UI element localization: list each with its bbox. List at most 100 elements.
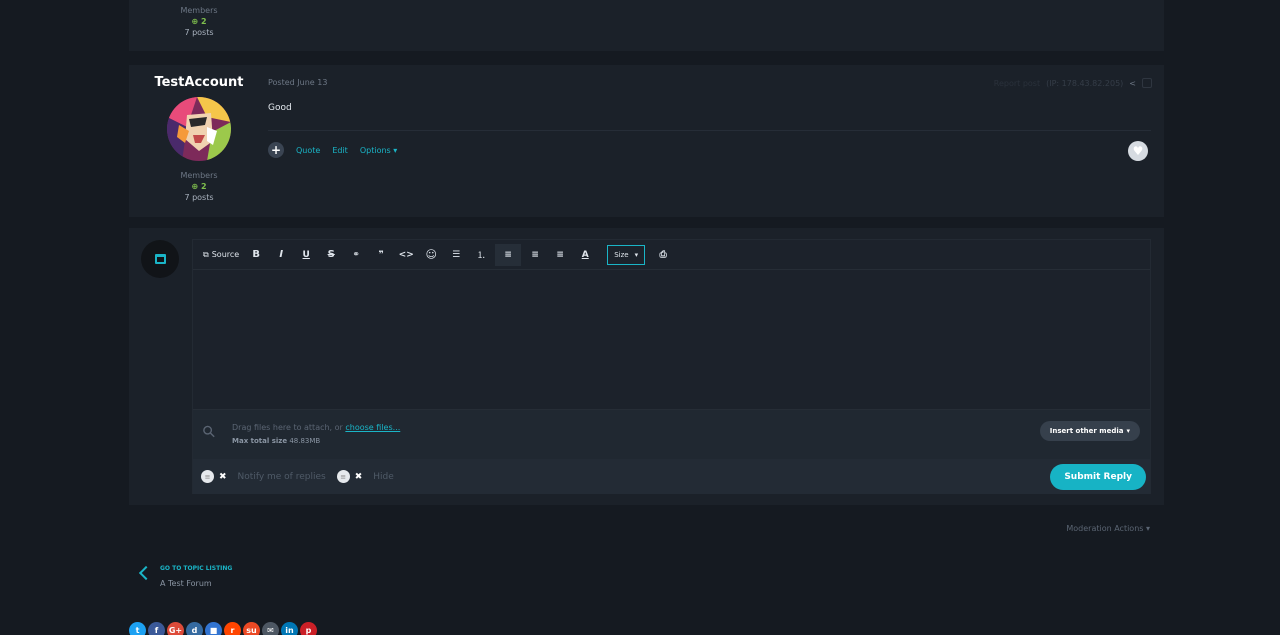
attach-text: Drag files here to attach, or (232, 423, 343, 432)
multiquote-checkbox[interactable] (1142, 78, 1152, 88)
delicious-share-icon[interactable]: ■ (205, 622, 222, 635)
caret-down-icon: ▾ (393, 145, 398, 155)
max-size-label: Max total size (232, 437, 288, 445)
previous-post-card: Members ⊕ 2 7 posts (129, 0, 1164, 51)
linkedin-share-icon[interactable]: in (281, 622, 298, 635)
close-icon: ✖ (354, 471, 363, 482)
source-label: Source (211, 250, 240, 259)
code-icon[interactable]: <> (395, 244, 417, 266)
hide-toggle[interactable]: ≡ ✖ (336, 470, 363, 483)
like-heart-icon[interactable]: ♥ (1128, 141, 1148, 161)
toggle-knob-icon: ≡ (201, 470, 214, 483)
italic-icon[interactable]: I (270, 244, 292, 266)
caret-down-icon: ▾ (1126, 427, 1130, 435)
post-card: TestAccount Members ⊕ 2 7 posts Posted J… (129, 65, 1164, 217)
source-icon: ⧉ (203, 249, 209, 259)
choose-files-link[interactable]: choose files... (345, 423, 400, 432)
submit-reply-button[interactable]: Submit Reply (1050, 464, 1146, 490)
insert-media-button[interactable]: Insert other media ▾ (1039, 421, 1140, 441)
post-actions: + Quote Edit Options ▾ (268, 142, 397, 158)
content-divider (268, 130, 1151, 131)
moderation-actions-button[interactable]: Moderation Actions ▾ (1066, 524, 1150, 533)
author-group: Members (180, 171, 218, 180)
author-name[interactable]: TestAccount (129, 75, 269, 90)
moderation-label: Moderation Actions (1066, 524, 1144, 533)
post-count: 7 posts (184, 193, 214, 202)
hide-label: Hide (373, 471, 394, 482)
window-icon (154, 254, 166, 264)
prev-author-info: Members ⊕ 2 7 posts (129, 6, 269, 37)
numbered-list-icon[interactable]: ⒈ (470, 244, 492, 266)
chevron-left-icon (138, 565, 154, 581)
emoji-icon[interactable]: ☺ (420, 244, 442, 266)
prev-post-count: 7 posts (184, 28, 214, 37)
max-size-value: 48.83MB (289, 437, 321, 445)
notify-label: Notify me of replies (237, 471, 326, 482)
user-avatar-placeholder (141, 240, 179, 278)
prev-author-group: Members (180, 6, 218, 15)
forum-name: A Test Forum (160, 579, 212, 588)
reply-options-bar: ≡ ✖ Notify me of replies ≡ ✖ Hide Submit… (193, 459, 1150, 494)
preview-icon[interactable]: ⎙ (652, 244, 674, 266)
notify-toggle[interactable]: ≡ ✖ (201, 470, 227, 483)
facebook-share-icon[interactable]: f (148, 622, 165, 635)
caret-down-icon: ▾ (634, 250, 639, 259)
twitter-share-icon[interactable]: t (129, 622, 146, 635)
email-share-icon[interactable]: ✉ (262, 622, 279, 635)
link-icon[interactable]: ⚭ (345, 244, 367, 266)
post-tools: Report post (IP: 178.43.82.205) < (994, 78, 1152, 88)
google-plus-share-icon[interactable]: G+ (167, 622, 184, 635)
edit-button[interactable]: Edit (332, 146, 348, 155)
reply-card: ⧉ Source B I U S ⚭ ❞ <> ☺ ☰ ⒈ ≡ ≡ ≡ A Siz… (129, 228, 1164, 505)
plus-icon: ⊕ (191, 17, 199, 26)
social-share-bar: t f G+ d ■ r su ✉ in p (129, 622, 319, 635)
pinterest-share-icon[interactable]: p (300, 622, 317, 635)
prev-reputation: ⊕ 2 (129, 17, 269, 26)
max-size-info: Max total size 48.83MB (232, 437, 320, 445)
avatar[interactable] (167, 97, 231, 161)
font-size-select[interactable]: Size ▾ (607, 244, 646, 265)
post-content: Good (268, 103, 292, 113)
source-button[interactable]: ⧉ Source (200, 244, 242, 266)
caret-down-icon: ▾ (1145, 524, 1150, 533)
editor-box: ⧉ Source B I U S ⚭ ❞ <> ☺ ☰ ⒈ ≡ ≡ ≡ A Siz… (192, 239, 1151, 494)
attachment-area: ⚲ Drag files here to attach, or choose f… (193, 409, 1150, 459)
author-meta: Members ⊕ 2 7 posts (129, 171, 269, 202)
options-label: Options (359, 145, 391, 155)
editor-toolbar: ⧉ Source B I U S ⚭ ❞ <> ☺ ☰ ⒈ ≡ ≡ ≡ A Siz… (193, 240, 1150, 270)
close-icon: ✖ (219, 471, 227, 482)
digg-share-icon[interactable]: d (186, 622, 203, 635)
align-center-icon[interactable]: ≡ (524, 244, 546, 266)
reputation: ⊕ 2 (129, 182, 269, 191)
post-author-info: TestAccount (129, 75, 269, 90)
options-button[interactable]: Options ▾ (360, 146, 397, 155)
insert-media-label: Insert other media (1049, 427, 1124, 435)
paperclip-icon: ⚲ (197, 420, 220, 443)
reddit-share-icon[interactable]: r (224, 622, 241, 635)
font-size-label: Size (614, 250, 629, 259)
editor-textarea[interactable] (193, 270, 1150, 409)
add-reaction-icon[interactable]: + (268, 142, 284, 158)
align-left-icon[interactable]: ≡ (495, 243, 522, 266)
toggle-knob-icon: ≡ (336, 470, 350, 483)
stumbleupon-share-icon[interactable]: su (243, 622, 260, 635)
prev-reputation-count: 2 (200, 17, 207, 26)
ip-address[interactable]: (IP: 178.43.82.205) (1046, 79, 1123, 88)
topic-listing-label: GO TO TOPIC LISTING (160, 565, 233, 572)
post-date[interactable]: Posted June 13 (268, 78, 327, 87)
bold-icon[interactable]: B (245, 244, 267, 266)
quote-button[interactable]: Quote (296, 146, 320, 155)
share-icon[interactable]: < (1129, 79, 1136, 88)
align-right-icon[interactable]: ≡ (549, 244, 571, 266)
blockquote-icon[interactable]: ❞ (370, 244, 392, 266)
text-color-icon[interactable]: A (574, 244, 596, 266)
page: Members ⊕ 2 7 posts TestAccount Members … (0, 0, 1280, 635)
underline-icon[interactable]: U (295, 244, 317, 266)
reputation-count: 2 (200, 182, 207, 191)
attach-instructions: Drag files here to attach, or choose fil… (232, 423, 400, 432)
report-post-link[interactable]: Report post (994, 79, 1040, 88)
avatar-image (167, 97, 231, 161)
strikethrough-icon[interactable]: S (320, 244, 342, 266)
plus-icon: ⊕ (191, 182, 199, 191)
bullet-list-icon[interactable]: ☰ (445, 244, 467, 266)
